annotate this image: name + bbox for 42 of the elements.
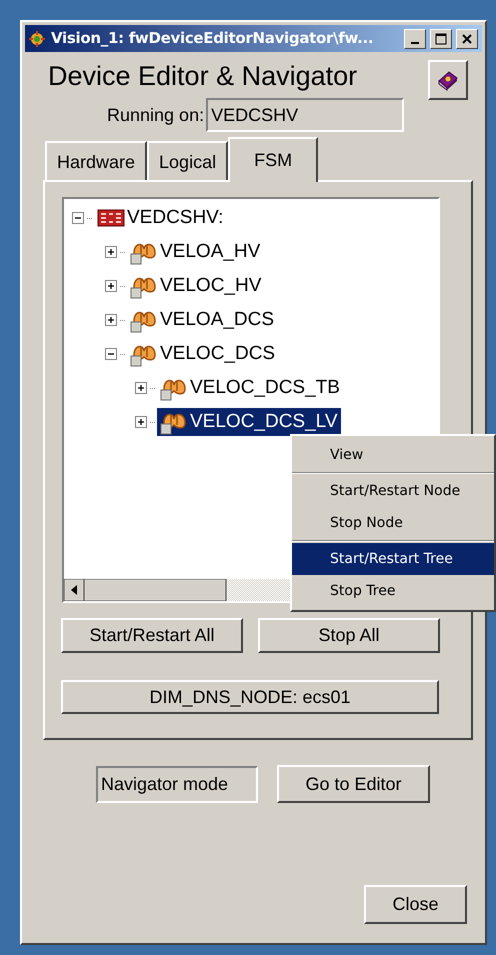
- minimize-button[interactable]: [404, 28, 426, 48]
- tree-item[interactable]: VELOC_DCS_LV: [157, 408, 340, 436]
- close-button[interactable]: [456, 28, 478, 48]
- close-icon: [462, 34, 472, 44]
- menu-item[interactable]: View: [292, 439, 494, 471]
- app-title: Device Editor & Navigator: [48, 60, 358, 93]
- menu-item[interactable]: Stop Tree: [292, 575, 494, 607]
- maximize-button[interactable]: [430, 28, 452, 48]
- menu-item[interactable]: Stop Node: [292, 507, 494, 539]
- panel-button[interactable]: Stop All: [258, 618, 440, 653]
- tab[interactable]: Hardware: [45, 141, 148, 180]
- mode-field: Navigator mode: [96, 766, 258, 802]
- tree-item[interactable]: VELOA_HV: [127, 238, 264, 266]
- tree-item[interactable]: VELOC_DCS_TB: [157, 374, 343, 402]
- collapse-icon[interactable]: [105, 348, 118, 360]
- maximize-icon: [435, 32, 447, 44]
- expand-icon[interactable]: [105, 246, 118, 258]
- book-icon: [436, 69, 460, 91]
- expand-icon[interactable]: [105, 314, 118, 326]
- expand-icon[interactable]: [105, 280, 118, 292]
- tab[interactable]: FSM: [228, 137, 318, 182]
- tree-item[interactable]: VELOC_DCS: [127, 340, 278, 368]
- tab[interactable]: Logical: [147, 141, 228, 180]
- menu-item[interactable]: Start/Restart Node: [292, 475, 494, 507]
- system-icon: [97, 208, 125, 228]
- expand-icon[interactable]: [135, 382, 148, 394]
- menu-item[interactable]: Start/Restart Tree: [292, 543, 494, 575]
- window-title: Vision_1: fwDeviceEditorNavigator\fw...: [51, 28, 374, 50]
- panel-button[interactable]: Start/Restart All: [61, 618, 243, 653]
- tree-item[interactable]: VELOC_HV: [127, 272, 264, 300]
- collapse-icon[interactable]: [72, 212, 85, 224]
- running-on-label: Running on:: [107, 104, 204, 127]
- expand-icon[interactable]: [135, 416, 148, 428]
- dns-node-button[interactable]: DIM_DNS_NODE: ecs01: [61, 680, 439, 714]
- running-on-field: VEDCSHV: [206, 98, 404, 132]
- app-icon: [29, 30, 45, 46]
- minimize-icon: [411, 42, 419, 44]
- help-button[interactable]: [428, 60, 468, 100]
- close-button[interactable]: Close: [364, 885, 467, 924]
- go-to-editor-button[interactable]: Go to Editor: [277, 765, 430, 803]
- tree-item[interactable]: VEDCSHV:: [94, 204, 226, 232]
- tree-item[interactable]: VELOA_DCS: [127, 306, 278, 334]
